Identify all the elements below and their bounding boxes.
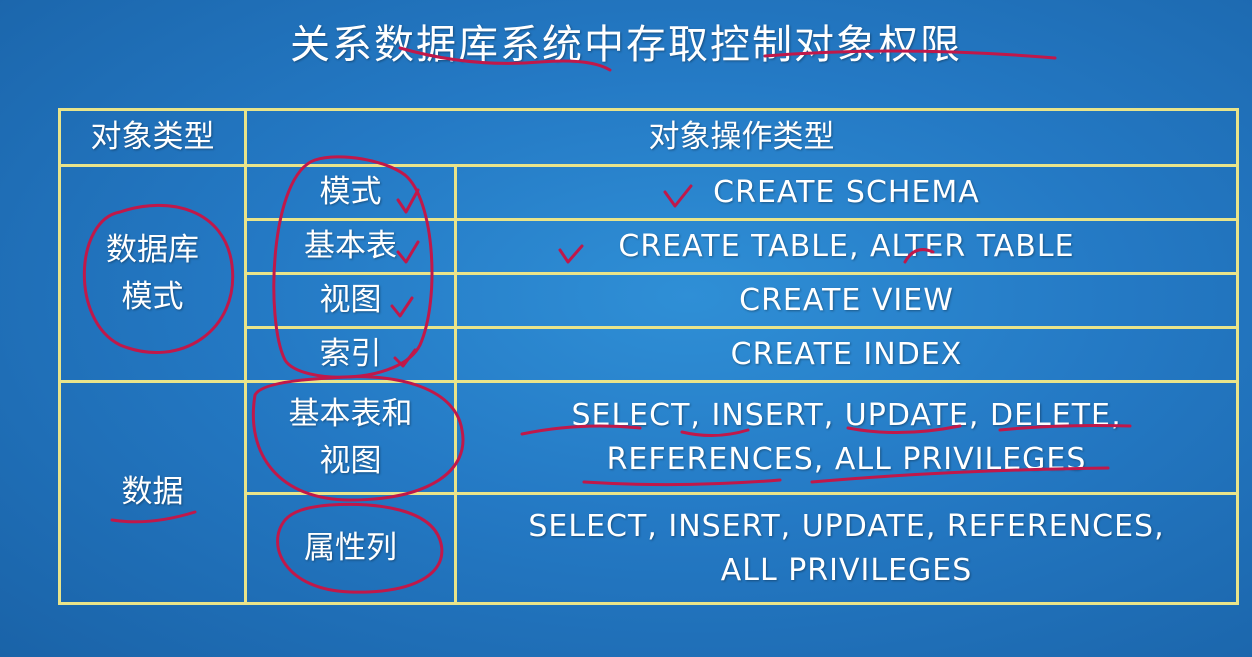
operation-line: REFERENCES, ALL PRIVILEGES xyxy=(606,441,1087,477)
operation-cell: CREATE TABLE, ALTER TABLE xyxy=(454,218,1239,275)
operation-cell: CREATE VIEW xyxy=(454,272,1239,329)
operation-cell: CREATE SCHEMA xyxy=(454,164,1239,221)
group-schema-cell: 数据库模式 xyxy=(58,164,247,383)
operation-cell: CREATE INDEX xyxy=(454,326,1239,383)
object-cell: 模式 xyxy=(244,164,457,221)
group-schema-label: 数据库模式 xyxy=(106,232,199,315)
object-cell: 基本表 xyxy=(244,218,457,275)
operation-line: SELECT, INSERT, UPDATE, REFERENCES, xyxy=(528,509,1165,544)
header-object-type: 对象类型 xyxy=(58,108,247,167)
table-row: 数据库模式 模式 CREATE SCHEMA xyxy=(58,164,1239,383)
header-row: 对象类型 对象操作类型 xyxy=(58,108,1239,167)
object-label: 基本表和视图 xyxy=(288,396,413,479)
operation-cell: SELECT, INSERT, UPDATE, DELETE, REFERENC… xyxy=(454,380,1239,495)
header-operation-type: 对象操作类型 xyxy=(244,108,1239,167)
table-row: 数据 基本表和视图 SELECT, INSERT, UPDATE, DELETE… xyxy=(58,380,1239,605)
operation-line: ALL PRIVILEGES xyxy=(720,552,973,588)
object-cell: 视图 xyxy=(244,272,457,329)
slide-title: 关系数据库系统中存取控制对象权限 xyxy=(290,22,962,68)
privilege-table: 对象类型 对象操作类型 数据库模式 模式 CREATE SCHEMA 基本表 C… xyxy=(58,108,1239,605)
operation-cell: SELECT, INSERT, UPDATE, REFERENCES, ALL … xyxy=(454,492,1239,605)
object-cell: 属性列 xyxy=(244,492,457,605)
object-cell: 索引 xyxy=(244,326,457,383)
operation-line: SELECT, INSERT, UPDATE, DELETE, xyxy=(571,398,1122,433)
object-cell: 基本表和视图 xyxy=(244,380,457,495)
group-data-cell: 数据 xyxy=(58,380,247,605)
